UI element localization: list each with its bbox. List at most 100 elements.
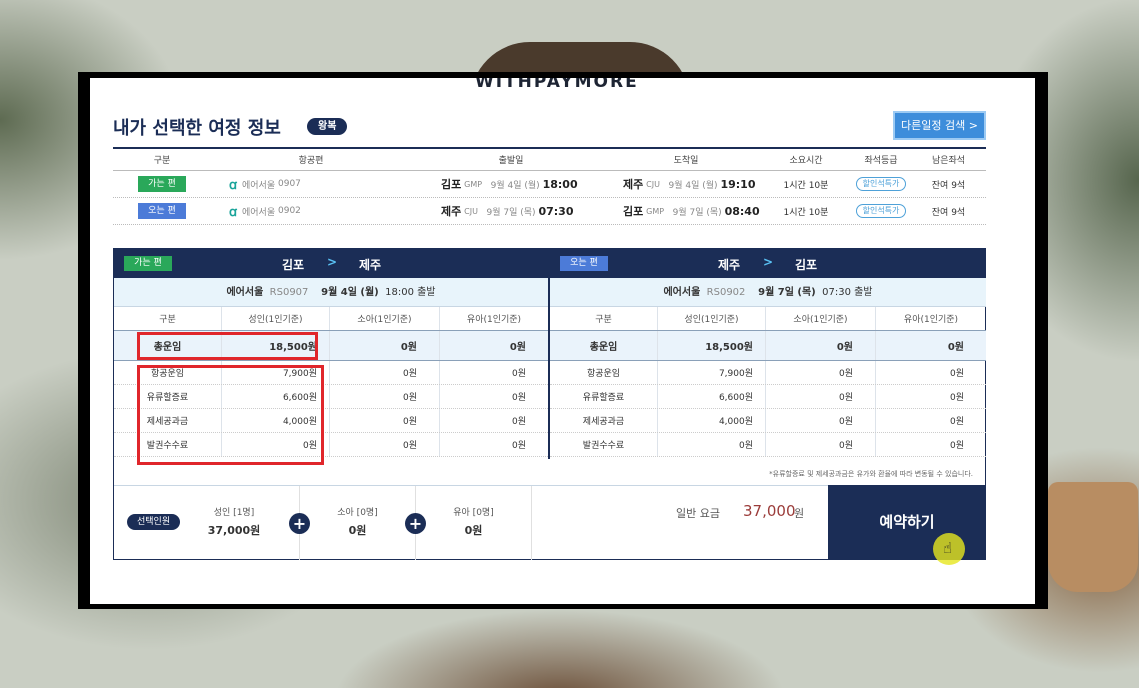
remaining-seats: 잔여 9석 — [931, 207, 966, 218]
total-adult: 18,500원 — [658, 331, 766, 360]
outbound-badge: 가는 편 — [124, 256, 172, 271]
airline-name: 에어서울 — [663, 287, 701, 298]
fare-infant: 0원 — [511, 369, 526, 379]
summary-row-inbound: 오는 편 ꭤ 에어서울 0902 제주 CJU 9월 7일 (목) 07:30 … — [113, 198, 986, 225]
fare-infant: 0원 — [511, 441, 526, 451]
arrival-time: 08:40 — [724, 204, 760, 218]
fare-label: 유류할증료 — [550, 385, 658, 408]
fare-row: 발권수수료 0원 0원 0원 — [550, 433, 986, 457]
flight-date: 9월 4일 (월) — [321, 287, 379, 298]
duration: 1시간 10분 — [783, 180, 829, 191]
fare-infant: 0원 — [949, 417, 964, 427]
fare-child: 0원 — [330, 433, 440, 456]
fare-adult: 4,000원 — [658, 409, 766, 432]
inbound-fare-panel: 오는 편 제주 > 김포 에어서울 RS0902 9월 7일 (목) 07:30… — [550, 249, 986, 459]
summary-flight-cell: ꭤ 에어서울 0907 — [211, 175, 411, 193]
fare-col-header: 구분 — [550, 307, 658, 330]
fare-notice: *유류할증료 및 제세공과금은 유가와 환율에 따라 변동될 수 있습니다. — [769, 470, 973, 478]
page-title: 내가 선택한 여정 정보 — [113, 118, 281, 139]
summary-header: 좌석등급 — [864, 156, 898, 166]
infant-label: 유아 [0명] — [453, 508, 494, 518]
summary-header: 소요시간 — [789, 156, 823, 166]
summary-arrival-cell: 제주 CJU 9월 4일 (월) 19:10 — [611, 176, 761, 192]
airline-name: 에어서울 — [242, 207, 276, 218]
flight-number: 0907 — [278, 179, 301, 189]
departure-time: 07:30 — [538, 204, 574, 218]
trip-type-badge: 왕복 — [307, 118, 348, 135]
arrival-code: GMP — [646, 206, 665, 216]
summary-header-row: 구분 항공편 출발일 도착일 소요시간 좌석등급 남은좌석 — [113, 149, 986, 171]
fare-col-header: 유아(1인기준) — [903, 315, 959, 325]
inbound-badge: 오는 편 — [560, 256, 608, 271]
infant-selector: 유아 [0명] 0원 — [416, 486, 532, 560]
fare-total: 37,000 — [743, 502, 796, 520]
fare-child: 0원 — [330, 361, 440, 384]
arrival-code: CJU — [646, 179, 660, 189]
seat-class-cell: 할인석특가 — [851, 204, 911, 218]
background-coffee-cup — [1048, 482, 1138, 592]
inbound-from: 제주 — [718, 258, 741, 272]
infant-price: 0원 — [464, 524, 483, 537]
fare-detail-box: 가는 편 김포 > 제주 에어서울 RS0907 9월 4일 (월) 18:00… — [113, 248, 986, 560]
fare-label: 일반 요금 — [676, 507, 720, 520]
summary-header: 구분 — [153, 156, 171, 166]
arrival-time: 19:10 — [720, 177, 756, 191]
fare-infant: 0원 — [511, 393, 526, 403]
fare-col-header: 구분 — [114, 307, 222, 330]
airline-logo-icon: ꭤ — [229, 205, 237, 220]
fare-label: 발권수수료 — [550, 433, 658, 456]
inbound-to: 김포 — [795, 258, 818, 272]
fare-infant: 0원 — [949, 441, 964, 451]
fare-child: 0원 — [330, 409, 440, 432]
booking-card: WITHPAYMORE 내가 선택한 여정 정보 왕복 다른일정 검색 > 구분… — [90, 78, 1035, 604]
adult-label: 성인 [1명] — [213, 508, 255, 518]
adult-selector: 선택인원 성인 [1명] 37,000원 + — [114, 486, 310, 560]
seat-class-badge: 할인석특가 — [855, 177, 907, 191]
route-arrow-icon: > — [763, 255, 774, 269]
outbound-from: 김포 — [282, 258, 305, 272]
total-child: 0원 — [330, 331, 440, 360]
fare-label: 제세공과금 — [550, 409, 658, 432]
inbound-flight-info: 에어서울 RS0902 9월 7일 (목) 07:30 출발 — [550, 278, 986, 307]
duration: 1시간 10분 — [783, 207, 829, 218]
summary-departure-cell: 제주 CJU 9월 7일 (목) 07:30 — [411, 203, 611, 219]
outbound-badge: 가는 편 — [138, 176, 186, 192]
summary-row-outbound: 가는 편 ꭤ 에어서울 0907 김포 GMP 9월 4일 (월) 18:00 … — [113, 171, 986, 198]
outbound-to: 제주 — [359, 258, 382, 272]
summary-flight-cell: ꭤ 에어서울 0902 — [211, 202, 411, 220]
flight-number: RS0907 — [269, 287, 309, 298]
route-arrow-icon: > — [327, 255, 338, 269]
fare-col-header: 소아(1인기준) — [330, 307, 440, 330]
fare-child: 0원 — [330, 385, 440, 408]
total-infant: 0원 — [509, 342, 526, 353]
fare-unit: 원 — [794, 507, 805, 520]
fare-col-header: 소아(1인기준) — [766, 307, 876, 330]
outbound-fare-header: 가는 편 김포 > 제주 — [114, 249, 548, 278]
departure-code: GMP — [464, 179, 483, 189]
flight-number: RS0902 — [706, 287, 746, 298]
departure-time: 18:00 — [542, 177, 578, 191]
fare-child: 0원 — [766, 361, 876, 384]
fare-col-header: 유아(1인기준) — [466, 315, 522, 325]
total-infant: 0원 — [947, 342, 964, 353]
adult-price: 37,000원 — [207, 524, 261, 537]
seat-class-badge: 할인석특가 — [855, 204, 907, 218]
summary-type-cell: 오는 편 — [113, 203, 211, 219]
summary-header: 출발일 — [498, 156, 524, 166]
fare-row: 항공운임 7,900원 0원 0원 — [550, 361, 986, 385]
arrival-date: 9월 7일 (목) — [672, 207, 722, 218]
fare-infant: 0원 — [949, 393, 964, 403]
child-label: 소아 [0명] — [337, 508, 378, 518]
fare-row: 제세공과금 4,000원 0원 0원 — [550, 409, 986, 433]
fare-col-header: 성인(1인기준) — [222, 307, 330, 330]
flight-time: 18:00 출발 — [385, 287, 436, 298]
airline-name: 에어서울 — [242, 180, 276, 191]
other-schedule-search-button[interactable]: 다른일정 검색 > — [893, 111, 986, 140]
selected-pax-badge: 선택인원 — [127, 514, 181, 530]
fare-child: 0원 — [766, 433, 876, 456]
fare-infant: 0원 — [949, 369, 964, 379]
arrival-city: 김포 — [623, 205, 644, 218]
fare-adult: 0원 — [658, 433, 766, 456]
fare-infant: 0원 — [511, 417, 526, 427]
arrival-city: 제주 — [623, 178, 644, 191]
